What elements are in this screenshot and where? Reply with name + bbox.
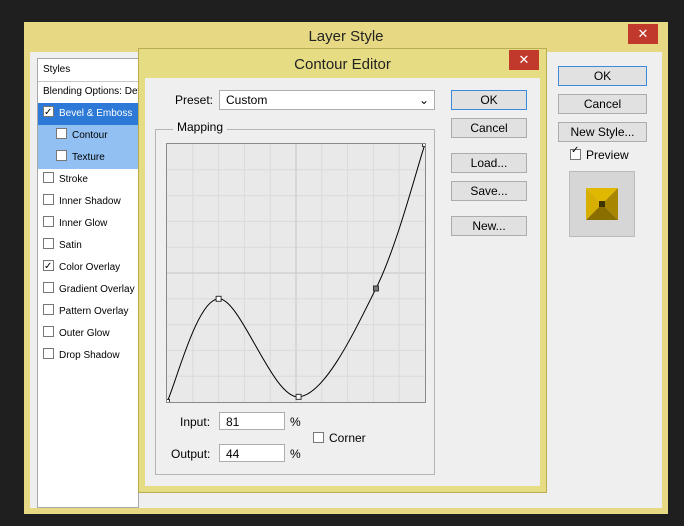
corner-label: Corner — [329, 431, 366, 445]
input-field[interactable]: 81 — [219, 412, 285, 430]
input-percent: % — [290, 415, 301, 429]
style-checkbox[interactable] — [43, 282, 54, 293]
curve-point — [372, 285, 379, 292]
style-item[interactable]: Drop Shadow — [38, 345, 138, 367]
style-item-label: Drop Shadow — [59, 350, 120, 361]
style-checkbox[interactable] — [43, 172, 54, 183]
styles-header[interactable]: Styles — [38, 59, 138, 82]
style-item-label: Stroke — [59, 174, 88, 185]
chevron-down-icon: ⌄ — [418, 93, 429, 107]
contour-ok-button[interactable]: OK — [451, 90, 527, 110]
mapping-label: Mapping — [173, 120, 228, 134]
corner-checkbox[interactable] — [313, 432, 324, 443]
preset-label: Preset: — [175, 93, 214, 107]
style-checkbox[interactable] — [43, 326, 54, 337]
curve-point — [164, 399, 170, 405]
style-item-label: Bevel & Emboss — [59, 108, 133, 119]
preview-bevel-icon — [586, 188, 618, 220]
style-item-label: Blending Options: Default — [43, 86, 139, 97]
contour-cancel-button[interactable]: Cancel — [451, 118, 527, 138]
contour-curve[interactable] — [164, 141, 428, 405]
preset-value: Custom — [226, 93, 268, 107]
style-item[interactable]: Color Overlay — [38, 256, 138, 279]
style-item[interactable]: Stroke — [38, 169, 138, 191]
style-item-label: Texture — [72, 152, 105, 163]
style-checkbox[interactable] — [43, 102, 54, 124]
style-checkbox[interactable] — [43, 256, 54, 278]
preview-toggle[interactable]: Preview — [570, 145, 629, 162]
style-item[interactable]: Texture — [38, 147, 138, 169]
preview-checkbox[interactable] — [570, 145, 581, 160]
preview-label: Preview — [586, 148, 629, 162]
style-item-label: Inner Shadow — [59, 196, 121, 207]
output-field[interactable]: 44 — [219, 444, 285, 462]
style-item[interactable]: Inner Glow — [38, 213, 138, 235]
style-item[interactable]: Gradient Overlay — [38, 279, 138, 301]
style-item[interactable]: Outer Glow — [38, 323, 138, 345]
style-item[interactable]: Contour — [38, 125, 138, 147]
contour-editor-window: Contour Editor ✕ Preset: Custom ⌄ Mappin… — [138, 48, 547, 493]
style-checkbox[interactable] — [43, 238, 54, 249]
style-item-label: Inner Glow — [59, 218, 108, 229]
style-checkbox[interactable] — [43, 194, 54, 205]
output-label: Output: — [171, 447, 211, 461]
style-item-label: Pattern Overlay — [59, 306, 129, 317]
style-item-label: Contour — [72, 130, 108, 141]
style-checkbox[interactable] — [43, 216, 54, 227]
style-item[interactable]: Pattern Overlay — [38, 301, 138, 323]
style-checkbox[interactable] — [43, 304, 54, 315]
contour-graph[interactable] — [164, 141, 428, 405]
style-item-label: Satin — [59, 240, 82, 251]
save-button[interactable]: Save... — [451, 181, 527, 201]
load-button[interactable]: Load... — [451, 153, 527, 173]
style-item[interactable]: Bevel & Emboss — [38, 102, 138, 125]
style-item[interactable]: Inner Shadow — [38, 191, 138, 213]
corner-toggle[interactable]: Corner — [313, 431, 366, 445]
preview-swatch — [569, 171, 635, 237]
style-checkbox[interactable] — [56, 128, 67, 139]
curve-point — [215, 295, 222, 302]
style-item[interactable]: Satin — [38, 235, 138, 257]
new-style-button[interactable]: New Style... — [558, 122, 647, 142]
style-checkbox[interactable] — [43, 348, 54, 359]
new-button[interactable]: New... — [451, 216, 527, 236]
layer-style-close-button[interactable]: ✕ — [628, 24, 658, 44]
contour-editor-title: Contour Editor — [294, 56, 391, 73]
style-checkbox[interactable] — [56, 150, 67, 161]
styles-panel: Styles Blending Options: Default Bevel & … — [37, 58, 139, 508]
input-label: Input: — [180, 415, 211, 429]
output-percent: % — [290, 447, 301, 461]
contour-editor-close-button[interactable]: ✕ — [509, 50, 539, 70]
layer-style-title: Layer Style — [308, 28, 384, 45]
style-item-label: Outer Glow — [59, 328, 110, 339]
layer-style-ok-button[interactable]: OK — [558, 66, 647, 86]
style-item[interactable]: Blending Options: Default — [38, 81, 139, 103]
curve-point — [295, 393, 302, 400]
layer-style-cancel-button[interactable]: Cancel — [558, 94, 647, 114]
preset-select[interactable]: Custom ⌄ — [219, 90, 435, 110]
style-item-label: Gradient Overlay — [59, 284, 135, 295]
curve-point — [422, 141, 428, 147]
style-item-label: Color Overlay — [59, 262, 121, 273]
